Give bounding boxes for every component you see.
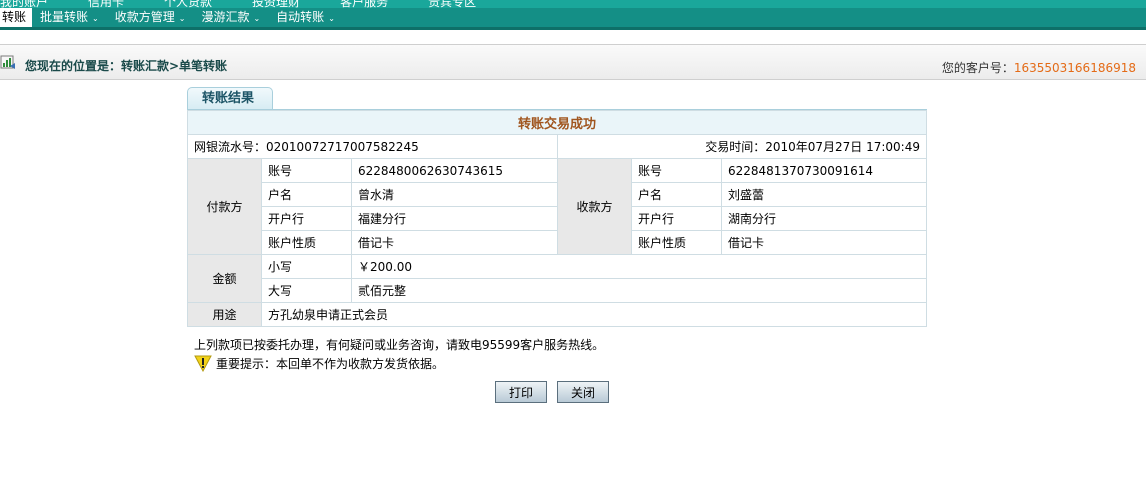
payee-bank-label: 开户行 (631, 206, 722, 231)
serial-label: 网银流水号： (194, 140, 267, 154)
menu-item-label: 自动转账 (276, 10, 325, 24)
purpose-value: 方孔幼泉申请正式会员 (261, 302, 927, 327)
payee-account: 6228481370730091614 (721, 158, 927, 183)
table-row: 开户行 福建分行 开户行 湖南分行 (188, 206, 927, 231)
top-nav-item[interactable]: 投资理财 (252, 0, 300, 8)
location-bar: 您现在的位置是：转账汇款>单笔转账 您的客户号：1635503166186918 (0, 44, 1146, 80)
top-nav-item[interactable]: 客户服务 (340, 0, 388, 8)
payee-name: 刘盛蕾 (721, 182, 927, 207)
table-row: 用途 方孔幼泉申请正式会员 (187, 302, 927, 327)
table-row: 付款方 账号 6228480062630743615 收款方 账号 622848… (187, 158, 927, 255)
table-row: 转账交易成功 (187, 110, 927, 135)
menu-item-2[interactable]: 收款方管理 ⌄ (107, 8, 194, 27)
purpose-label: 用途 (187, 302, 262, 327)
notes: 上列款项已按委托办理，有何疑问或业务咨询，请致电95599客户服务热线。 重要提… (194, 336, 604, 372)
payer-name-label: 户名 (261, 182, 352, 207)
menu-item-1[interactable]: 批量转账 ⌄ (32, 8, 107, 27)
print-button[interactable]: 打印 (495, 381, 547, 403)
location-icon (0, 55, 15, 69)
payer-account: 6228480062630743615 (351, 158, 558, 183)
chevron-down-icon: ⌄ (178, 14, 186, 23)
transfer-result-table: 转账交易成功 网银流水号：02010072717007582245 交易时间：2… (187, 110, 927, 327)
menu-item-0[interactable]: 转账 (0, 8, 33, 27)
payee-name-label: 户名 (631, 182, 722, 207)
menu-item-label: 漫游汇款 (201, 10, 250, 24)
menu-item-4[interactable]: 自动转账 ⌄ (268, 8, 343, 27)
amount-big: 贰佰元整 (351, 278, 927, 303)
customer-number-label: 您的客户号： (941, 61, 1014, 75)
important-note-text: 重要提示：本回单不作为收款方发货依据。 (216, 356, 445, 371)
warning-icon (194, 355, 212, 372)
table-row: 大写 贰佰元整 (188, 278, 927, 303)
payer-group-label: 付款方 (187, 158, 262, 255)
table-row: 户名 曾水清 户名 刘盛蕾 (188, 182, 927, 207)
serial-number: 网银流水号：02010072717007582245 (187, 134, 558, 159)
menu-item-label: 转账 (2, 10, 27, 24)
table-row: 金额 小写 ￥200.00 (187, 254, 927, 303)
table-row: 账户性质 借记卡 账户性质 借记卡 (188, 230, 927, 255)
top-nav-item[interactable]: 个人贷款 (164, 0, 212, 8)
menu-item-label: 收款方管理 (114, 10, 175, 24)
time-value: 2010年07月27日 17:00:49 (765, 140, 920, 154)
chevron-down-icon: ⌄ (92, 14, 99, 23)
menu-item-label: 批量转账 (40, 10, 89, 24)
transaction-time: 交易时间：2010年07月27日 17:00:49 (557, 134, 927, 159)
payee-group-label: 收款方 (557, 158, 632, 255)
customer-number-value: 1635503166186918 (1013, 61, 1136, 75)
menu-item-3[interactable]: 漫游汇款 ⌄ (193, 8, 268, 27)
time-label: 交易时间： (705, 140, 766, 154)
important-note: 重要提示：本回单不作为收款方发货依据。 (194, 354, 604, 372)
amount-small: ￥200.00 (351, 254, 927, 279)
chevron-down-icon: ⌄ (253, 14, 261, 23)
service-note: 上列款项已按委托办理，有何疑问或业务咨询，请致电95599客户服务热线。 (194, 338, 605, 352)
payee-type-label: 账户性质 (631, 230, 722, 255)
customer-number: 您的客户号：1635503166186918 (942, 59, 1136, 76)
amount-group-label: 金额 (187, 254, 262, 303)
table-row: 网银流水号：02010072717007582245 交易时间：2010年07月… (187, 134, 927, 159)
top-nav-links: 我的账户 信用卡 个人贷款 投资理财 客户服务 贵宾专区 (0, 0, 476, 8)
amount-small-label: 小写 (261, 254, 352, 279)
amount-big-label: 大写 (261, 278, 352, 303)
payer-type-label: 账户性质 (261, 230, 352, 255)
top-nav: 我的账户 信用卡 个人贷款 投资理财 客户服务 贵宾专区 (0, 0, 1146, 8)
payer-type: 借记卡 (351, 230, 558, 255)
payer-bank: 福建分行 (351, 206, 558, 231)
breadcrumb: 您现在的位置是：转账汇款>单笔转账 (25, 59, 228, 73)
top-nav-item[interactable]: 贵宾专区 (428, 0, 476, 8)
sub-menu: 转账 批量转账 ⌄ 收款方管理 ⌄ 漫游汇款 ⌄ 自动转账 ⌄ (0, 8, 1146, 30)
payer-bank-label: 开户行 (261, 206, 352, 231)
payee-account-label: 账号 (631, 158, 722, 183)
payee-bank: 湖南分行 (721, 206, 927, 231)
payer-account-label: 账号 (261, 158, 352, 183)
payee-type: 借记卡 (721, 230, 927, 255)
top-nav-item[interactable]: 我的账户 (0, 0, 48, 8)
payer-name: 曾水清 (351, 182, 558, 207)
top-nav-item[interactable]: 信用卡 (88, 0, 124, 8)
chevron-down-icon: ⌄ (328, 14, 335, 23)
serial-value: 02010072717007582245 (266, 140, 419, 154)
action-buttons: 打印 关闭 (495, 381, 609, 403)
close-button[interactable]: 关闭 (557, 381, 609, 403)
tab-transfer-result[interactable]: 转账结果 (187, 87, 273, 110)
result-title: 转账交易成功 (187, 110, 927, 135)
